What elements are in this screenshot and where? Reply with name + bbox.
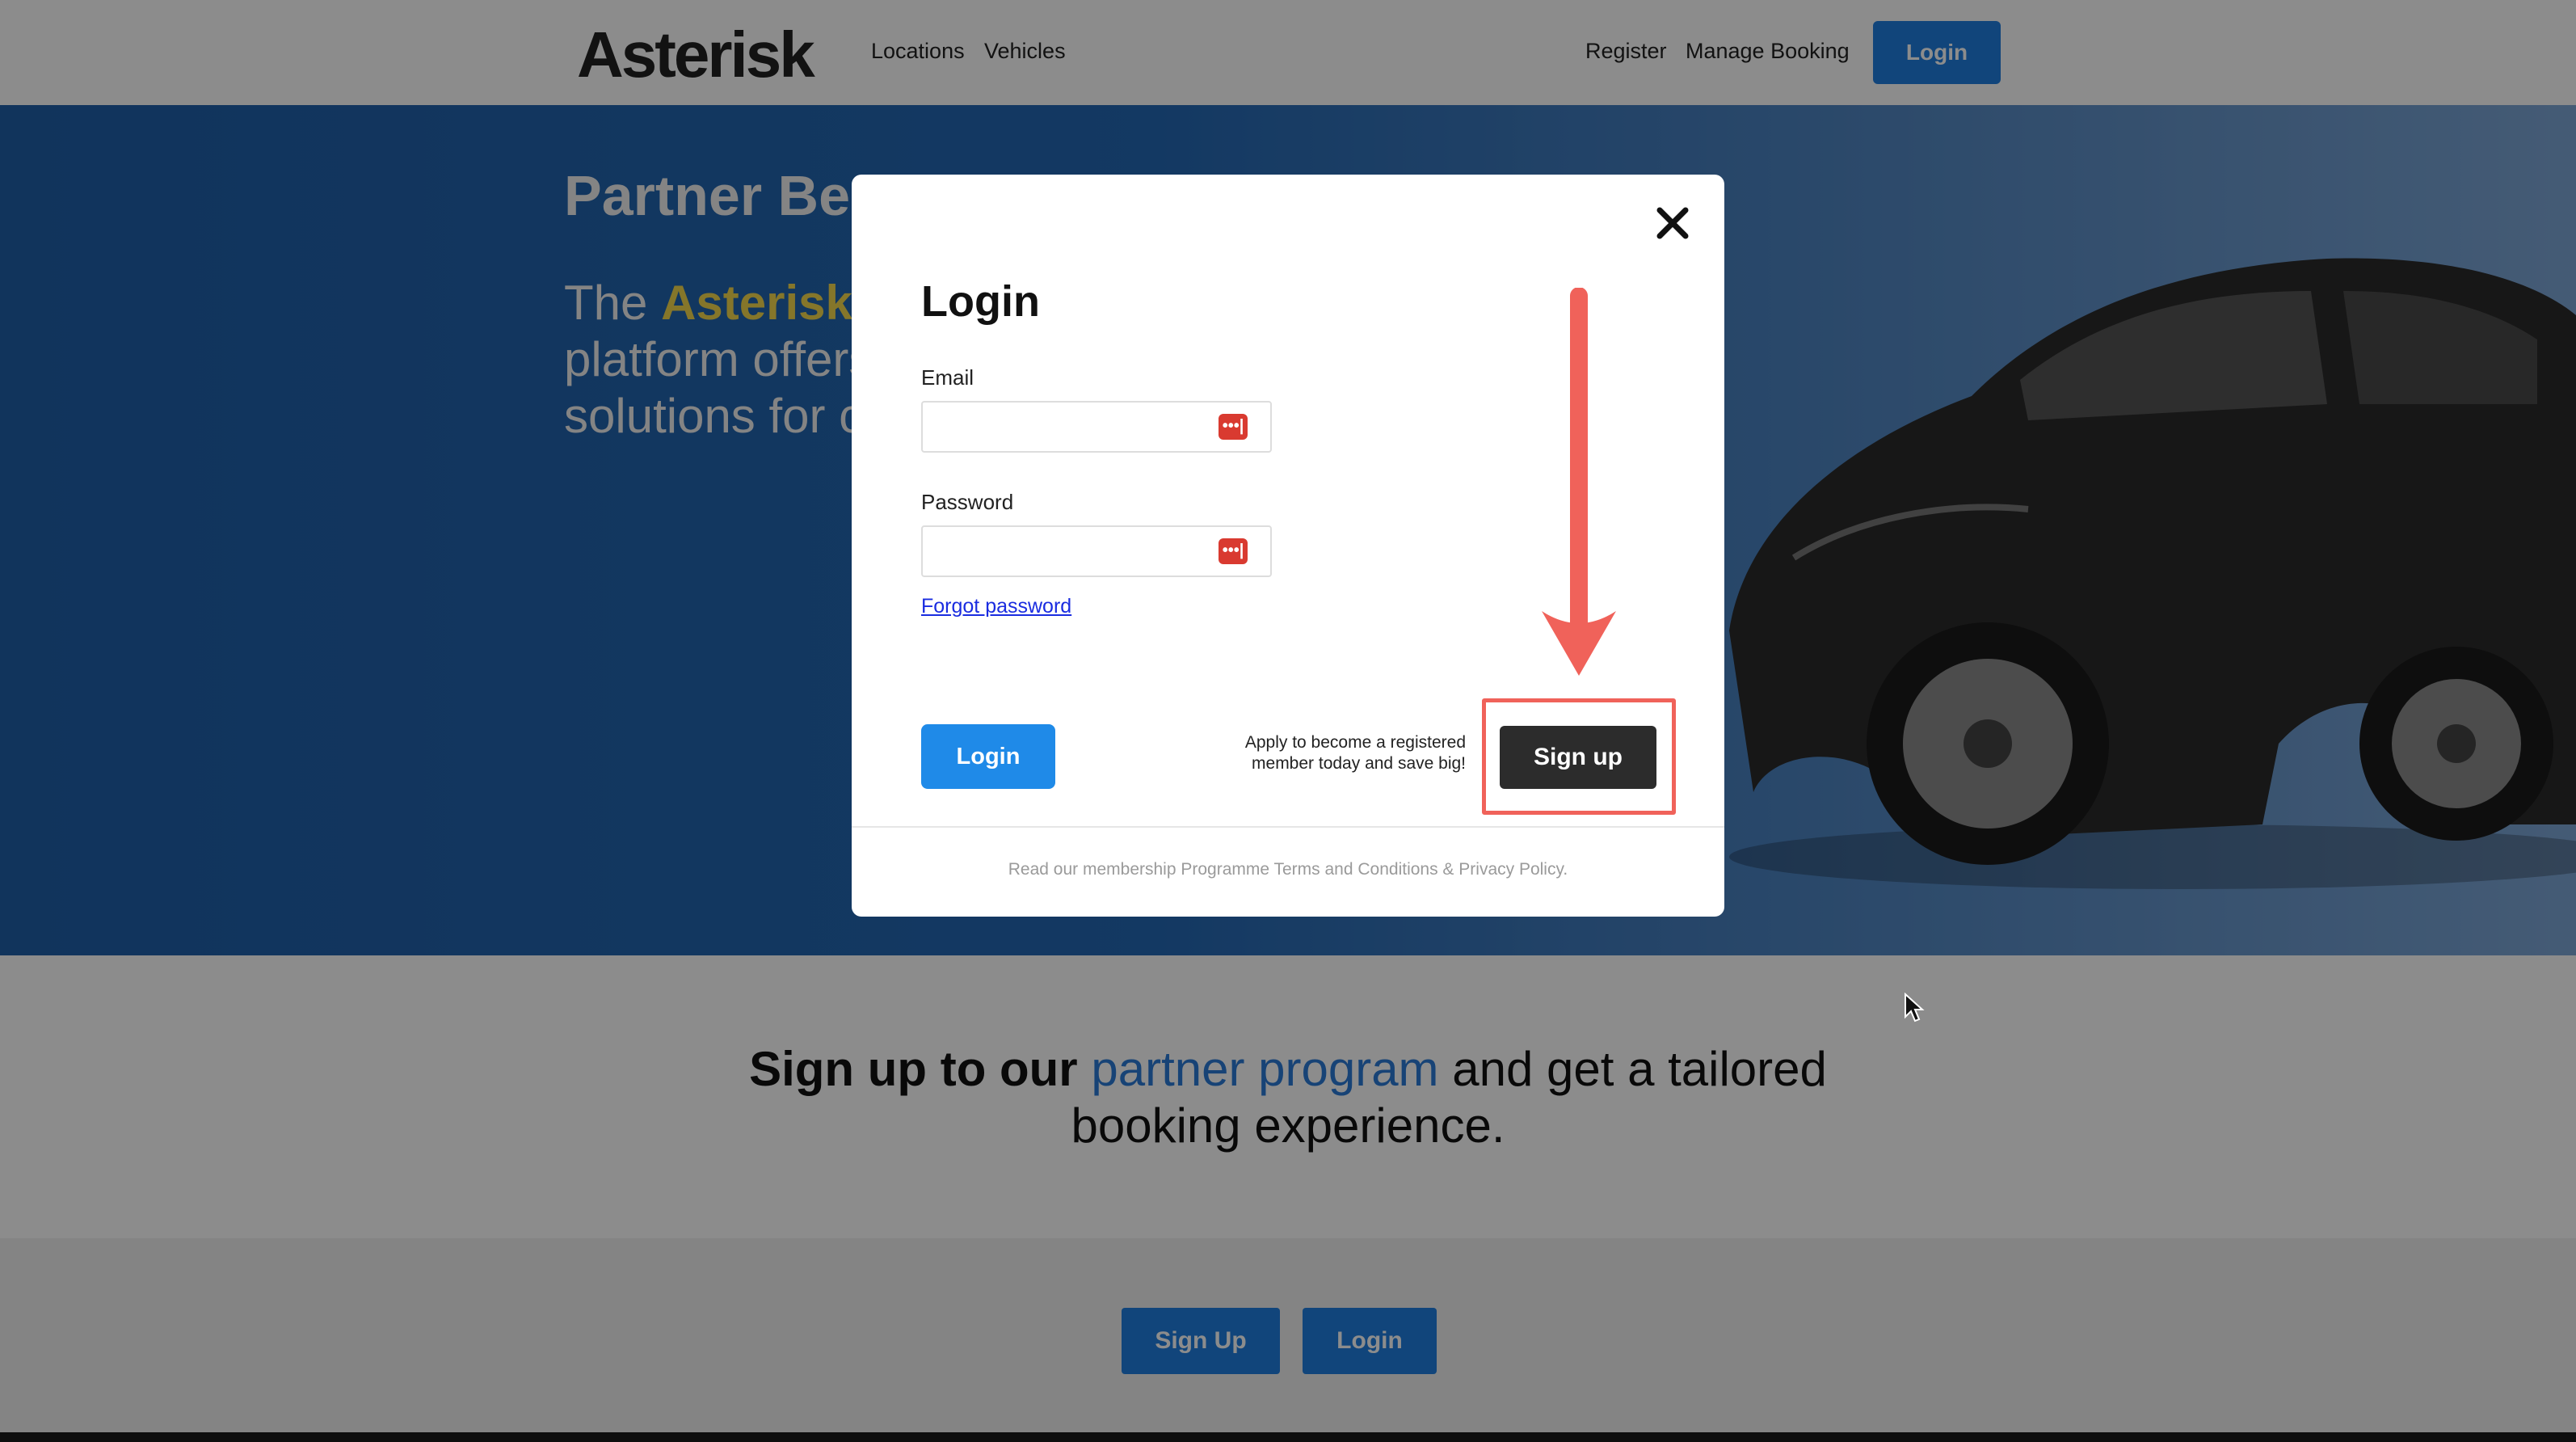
- modal-login-button[interactable]: Login: [921, 724, 1055, 789]
- modal-divider: [852, 826, 1724, 828]
- mouse-cursor-icon: [1905, 993, 1925, 1022]
- password-label: Password: [921, 490, 1014, 514]
- forgot-password-link[interactable]: Forgot password: [921, 595, 1071, 618]
- close-icon[interactable]: [1650, 200, 1695, 246]
- modal-signup-button[interactable]: Sign up: [1500, 726, 1656, 789]
- password-manager-icon[interactable]: •••|: [1219, 414, 1248, 440]
- email-field[interactable]: •••|: [921, 401, 1272, 453]
- password-manager-icon[interactable]: •••|: [1219, 538, 1248, 564]
- apply-text: Apply to become a registered member toda…: [1244, 733, 1466, 773]
- email-label: Email: [921, 365, 974, 390]
- terms-text[interactable]: Read our membership Programme Terms and …: [852, 860, 1724, 879]
- modal-title: Login: [921, 277, 1040, 326]
- password-field[interactable]: •••|: [921, 525, 1272, 577]
- login-modal: Login Email •••| Password •••| Forgot pa…: [852, 175, 1724, 917]
- red-arrow-icon: [1542, 288, 1616, 676]
